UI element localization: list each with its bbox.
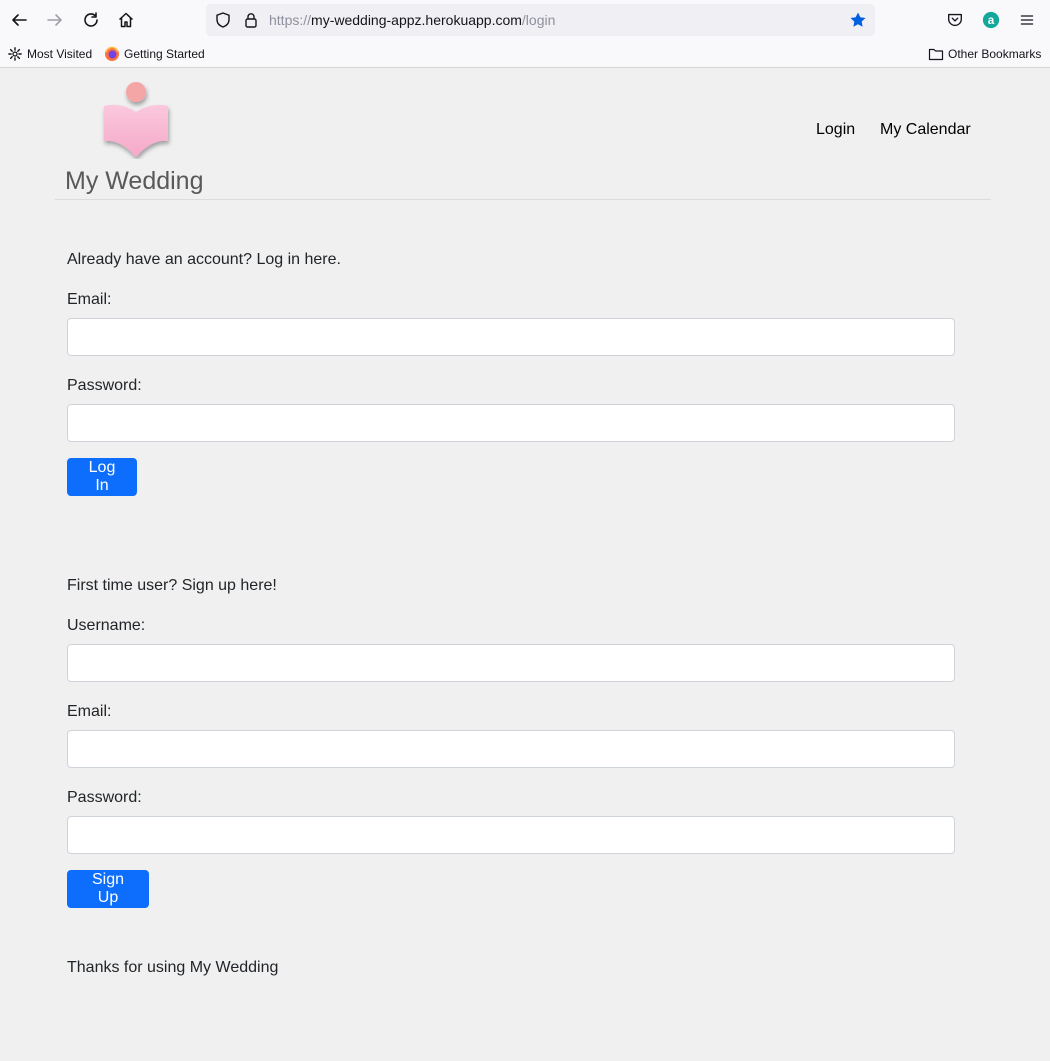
bookmarks-toolbar: Most Visited Getting Started Other Bookm… (0, 40, 1050, 68)
lock-icon[interactable] (242, 11, 260, 29)
url-text[interactable]: https://my-wedding-appz.herokuapp.com/lo… (269, 12, 555, 28)
svg-text:a: a (988, 14, 995, 27)
signup-button[interactable]: Sign Up (67, 870, 149, 908)
back-icon[interactable] (7, 8, 31, 32)
home-icon[interactable] (114, 8, 138, 32)
reload-icon[interactable] (79, 8, 103, 32)
url-path: /login (521, 12, 556, 28)
footer-text: Thanks for using My Wedding (67, 959, 279, 976)
pocket-icon[interactable] (945, 10, 965, 30)
bookmark-star-icon[interactable] (849, 11, 867, 29)
signup-email-input[interactable] (67, 730, 955, 768)
bookmark-label: Getting Started (124, 47, 205, 61)
account-icon[interactable]: a (981, 10, 1001, 30)
url-bar[interactable]: https://my-wedding-appz.herokuapp.com/lo… (206, 4, 875, 36)
forward-icon[interactable] (43, 8, 67, 32)
header-divider (55, 199, 991, 200)
signup-email-label: Email: (67, 703, 112, 720)
gear-icon (7, 46, 23, 62)
signup-password-label: Password: (67, 789, 142, 806)
login-button[interactable]: Log In (67, 458, 137, 496)
bookmark-most-visited[interactable]: Most Visited (7, 45, 92, 63)
signup-prompt: First time user? Sign up here! (67, 577, 277, 594)
browser-toolbar: https://my-wedding-appz.herokuapp.com/lo… (0, 0, 1050, 40)
firefox-icon (104, 46, 120, 62)
bookmark-other[interactable]: Other Bookmarks (928, 45, 1041, 63)
login-email-input[interactable] (67, 318, 955, 356)
url-host: my-wedding-appz.herokuapp.com (311, 12, 522, 28)
login-password-label: Password: (67, 377, 142, 394)
signup-password-input[interactable] (67, 816, 955, 854)
login-password-input[interactable] (67, 404, 955, 442)
folder-icon (928, 46, 944, 62)
login-email-label: Email: (67, 291, 112, 308)
url-scheme: https:// (269, 12, 312, 28)
bookmark-getting-started[interactable]: Getting Started (104, 45, 205, 63)
login-prompt: Already have an account? Log in here. (67, 251, 341, 268)
wedding-logo (98, 79, 174, 159)
bookmark-label: Other Bookmarks (948, 47, 1042, 61)
signup-username-label: Username: (67, 617, 146, 634)
brand-title[interactable]: My Wedding (65, 166, 204, 196)
nav-login-link[interactable]: Login (816, 120, 855, 140)
menu-icon[interactable] (1017, 10, 1037, 30)
bookmark-label: Most Visited (27, 47, 93, 61)
signup-username-input[interactable] (67, 644, 955, 682)
page-content: My Wedding Login My Calendar Already hav… (0, 69, 1050, 1061)
nav-calendar-link[interactable]: My Calendar (880, 120, 971, 140)
shield-icon[interactable] (214, 11, 232, 29)
